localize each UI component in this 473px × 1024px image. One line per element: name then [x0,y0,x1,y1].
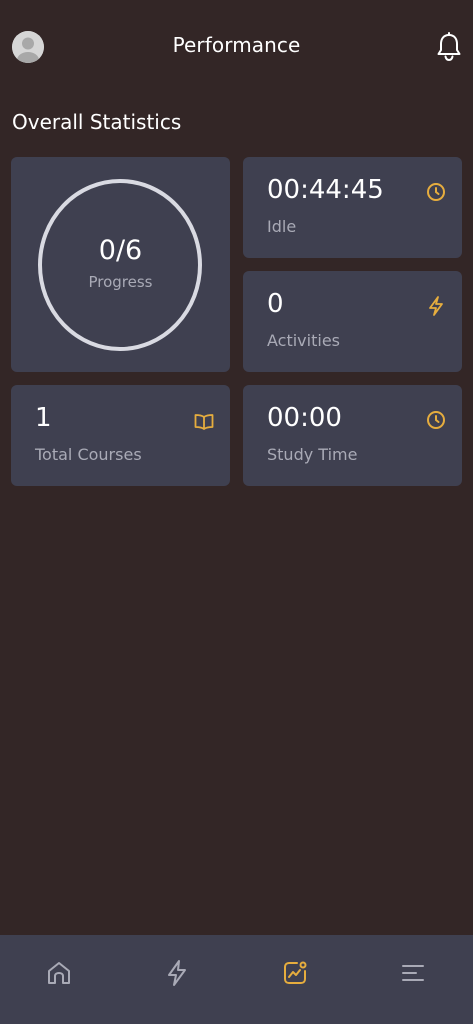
activities-card: 0 Activities [243,271,462,372]
study-time-card: 00:00 Study Time [243,385,462,486]
menu-icon [402,965,424,981]
performance-screen: Performance Overall Statistics 0/6 Progr… [0,0,473,1024]
total-courses-label: Total Courses [35,445,142,464]
progress-value: 0/6 [98,235,143,266]
clock-icon [427,411,445,429]
book-icon [194,414,214,430]
progress-card: 0/6 Progress [11,157,230,372]
nav-home[interactable] [41,955,77,991]
total-courses-card: 1 Total Courses [11,385,230,486]
section-title: Overall Statistics [12,110,182,134]
page-title: Performance [172,33,301,57]
study-time-label: Study Time [267,445,358,464]
nav-menu[interactable] [395,955,431,991]
progress-label: Progress [88,273,153,291]
clock-icon [427,183,445,201]
nav-activities[interactable] [159,955,195,991]
bell-icon [437,32,461,62]
study-time-value: 00:00 [267,403,342,433]
idle-label: Idle [267,217,297,236]
lightning-icon [168,960,186,986]
idle-card: 00:44:45 Idle [243,157,462,258]
performance-chart-icon [284,961,307,984]
nav-performance[interactable] [277,955,313,991]
activities-value: 0 [267,289,284,319]
idle-value: 00:44:45 [267,175,384,205]
lightning-icon [429,296,443,316]
activities-label: Activities [267,331,340,350]
total-courses-value: 1 [35,403,52,433]
app-header: Performance [0,0,473,94]
notifications-button[interactable] [435,31,463,63]
home-icon [48,962,70,984]
bottom-nav [0,935,473,1024]
